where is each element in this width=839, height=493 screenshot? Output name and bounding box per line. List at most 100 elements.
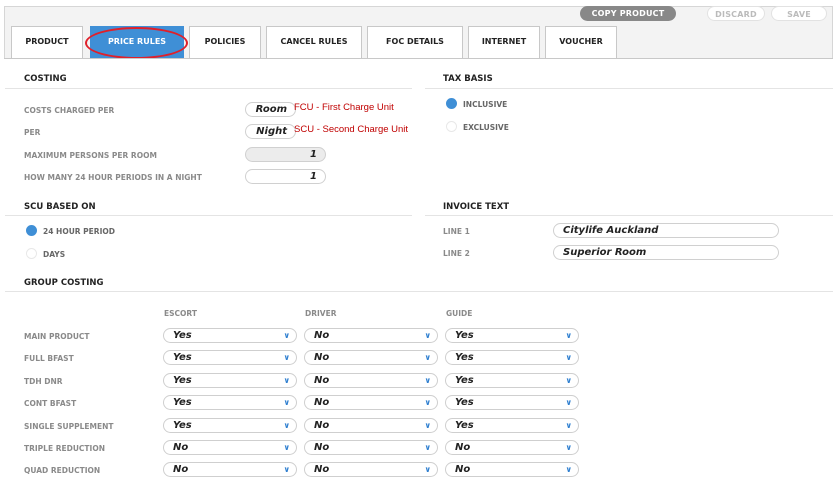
invoice-text-heading: INVOICE TEXT: [443, 202, 510, 212]
chevron-down-icon: ∨: [565, 353, 573, 362]
guide-select[interactable]: No ∨: [445, 462, 579, 477]
group-row-label: FULL BFAST: [24, 354, 74, 363]
chevron-down-icon: ∨: [283, 443, 291, 452]
select-value: No: [314, 375, 330, 386]
tab-product[interactable]: PRODUCT: [11, 26, 83, 58]
chevron-down-icon: ∨: [424, 465, 432, 474]
guide-select[interactable]: Yes ∨: [445, 328, 579, 343]
periods-field[interactable]: 1: [245, 169, 326, 184]
select-value: Yes: [455, 397, 474, 408]
group-row-label: SINGLE SUPPLEMENT: [24, 422, 114, 431]
tab-voucher[interactable]: VOUCHER: [545, 26, 617, 58]
select-value: No: [314, 420, 330, 431]
chevron-down-icon: ∨: [424, 353, 432, 362]
divider: [425, 215, 833, 216]
chevron-down-icon: ∨: [283, 398, 291, 407]
tab-price-rules[interactable]: PRICE RULES: [90, 26, 184, 58]
driver-select[interactable]: No ∨: [304, 328, 438, 343]
driver-select[interactable]: No ∨: [304, 350, 438, 365]
column-escort: ESCORT: [164, 309, 197, 318]
guide-select[interactable]: Yes ∨: [445, 418, 579, 433]
escort-select[interactable]: No ∨: [163, 440, 297, 455]
tab-cancel-rules[interactable]: CANCEL RULES: [266, 26, 362, 58]
chevron-down-icon: ∨: [565, 376, 573, 385]
line-1-label: LINE 1: [443, 227, 470, 236]
costing-heading: COSTING: [24, 74, 67, 84]
driver-select[interactable]: No ∨: [304, 373, 438, 388]
divider: [5, 88, 412, 89]
save-button[interactable]: SAVE: [771, 6, 827, 21]
select-value: No: [314, 397, 330, 408]
divider: [5, 291, 833, 292]
driver-select[interactable]: No ∨: [304, 395, 438, 410]
line-2-label: LINE 2: [443, 249, 470, 258]
guide-select[interactable]: No ∨: [445, 440, 579, 455]
driver-select[interactable]: No ∨: [304, 462, 438, 477]
days-label: DAYS: [43, 250, 66, 259]
driver-select[interactable]: No ∨: [304, 440, 438, 455]
24-hour-period-label: 24 HOUR PERIOD: [43, 227, 115, 236]
discard-button[interactable]: DISCARD: [707, 6, 765, 21]
select-value: Yes: [173, 375, 192, 386]
select-value: No: [455, 464, 471, 475]
select-value: No: [173, 464, 189, 475]
escort-select[interactable]: Yes ∨: [163, 328, 297, 343]
copy-product-button[interactable]: COPY PRODUCT: [580, 6, 676, 21]
radio-inclusive[interactable]: [446, 98, 457, 109]
per-label: PER: [24, 128, 41, 137]
chevron-down-icon: ∨: [283, 376, 291, 385]
chevron-down-icon: ∨: [565, 421, 573, 430]
driver-select[interactable]: No ∨: [304, 418, 438, 433]
tab-policies[interactable]: POLICIES: [189, 26, 261, 58]
guide-select[interactable]: Yes ∨: [445, 373, 579, 388]
select-value: Yes: [455, 420, 474, 431]
escort-select[interactable]: Yes ∨: [163, 350, 297, 365]
guide-select[interactable]: Yes ∨: [445, 395, 579, 410]
group-row-label: CONT BFAST: [24, 399, 77, 408]
costs-charged-per-field[interactable]: Room: [245, 102, 296, 117]
escort-select[interactable]: Yes ∨: [163, 373, 297, 388]
chevron-down-icon: ∨: [565, 398, 573, 407]
chevron-down-icon: ∨: [424, 398, 432, 407]
divider: [5, 215, 412, 216]
column-driver: DRIVER: [305, 309, 337, 318]
group-costing-heading: GROUP COSTING: [24, 278, 104, 288]
periods-label: HOW MANY 24 HOUR PERIODS IN A NIGHT: [24, 173, 202, 182]
select-value: No: [173, 442, 189, 453]
chevron-down-icon: ∨: [283, 465, 291, 474]
per-field[interactable]: Night: [245, 124, 296, 139]
select-value: No: [314, 442, 330, 453]
escort-select[interactable]: Yes ∨: [163, 395, 297, 410]
costs-charged-per-label: COSTS CHARGED PER: [24, 106, 115, 115]
exclusive-label: EXCLUSIVE: [463, 123, 509, 132]
select-value: No: [314, 464, 330, 475]
radio-24-hour-period[interactable]: [26, 225, 37, 236]
select-value: No: [314, 330, 330, 341]
select-value: No: [314, 352, 330, 363]
select-value: Yes: [173, 397, 192, 408]
guide-select[interactable]: Yes ∨: [445, 350, 579, 365]
max-persons-field: 1: [245, 147, 326, 162]
select-value: Yes: [173, 420, 192, 431]
radio-exclusive[interactable]: [446, 121, 457, 132]
invoice-line-1-input[interactable]: Citylife Auckland: [553, 223, 779, 238]
divider: [425, 88, 833, 89]
select-value: Yes: [455, 375, 474, 386]
select-value: Yes: [173, 352, 192, 363]
tab-foc-details[interactable]: FOC DETAILS: [367, 26, 463, 58]
group-row-label: QUAD REDUCTION: [24, 466, 101, 475]
invoice-line-2-input[interactable]: Superior Room: [553, 245, 779, 260]
select-value: Yes: [455, 352, 474, 363]
max-persons-label: MAXIMUM PERSONS PER ROOM: [24, 151, 157, 160]
escort-select[interactable]: No ∨: [163, 462, 297, 477]
chevron-down-icon: ∨: [424, 331, 432, 340]
tab-internet[interactable]: INTERNET: [468, 26, 540, 58]
select-value: Yes: [455, 330, 474, 341]
radio-days[interactable]: [26, 248, 37, 259]
chevron-down-icon: ∨: [283, 331, 291, 340]
chevron-down-icon: ∨: [283, 421, 291, 430]
escort-select[interactable]: Yes ∨: [163, 418, 297, 433]
chevron-down-icon: ∨: [424, 421, 432, 430]
select-value: Yes: [173, 330, 192, 341]
inclusive-label: INCLUSIVE: [463, 100, 508, 109]
